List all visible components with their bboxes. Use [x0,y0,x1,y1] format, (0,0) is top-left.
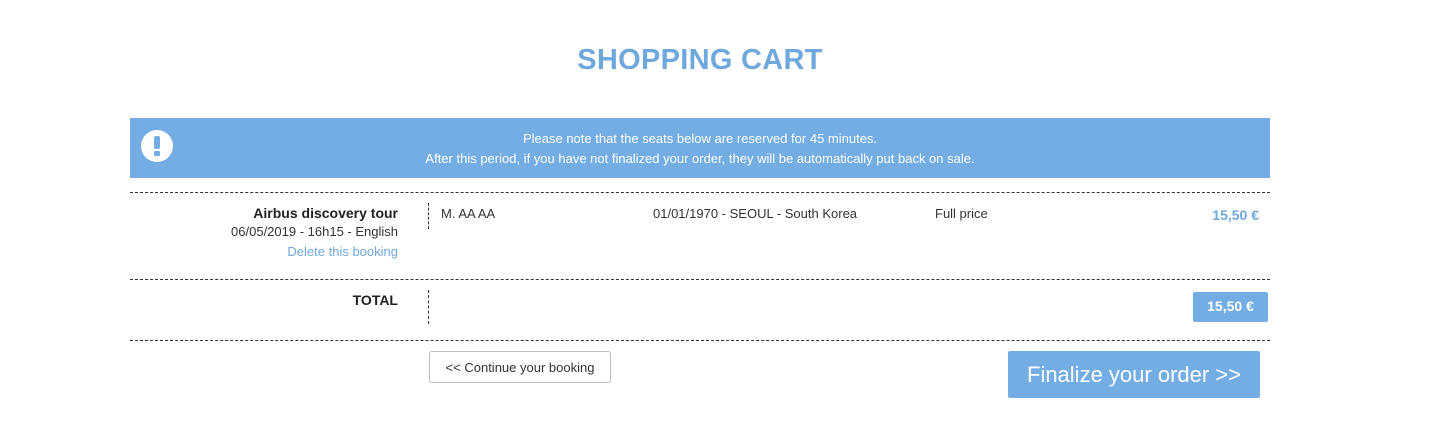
booking-column-divider [428,203,429,229]
divider-middle [130,279,1270,280]
shopping-cart-page: SHOPPING CART Please note that the seats… [0,0,1445,445]
notice-line-1: Please note that the seats below are res… [522,131,878,146]
notice-text: Please note that the seats below are res… [130,129,1270,169]
tour-date-language: 06/05/2019 - 16h15 - English [231,224,398,239]
total-amount-badge: 15,50 € [1193,292,1268,322]
divider-bottom [130,340,1270,341]
rate-type: Full price [935,206,988,221]
divider-top [130,192,1270,193]
passenger-details: 01/01/1970 - SEOUL - South Korea [653,206,858,221]
delete-booking-link[interactable]: Delete this booking [130,242,398,262]
continue-booking-button[interactable]: << Continue your booking [429,351,611,383]
notice-line-2: After this period, if you have not final… [425,151,975,166]
finalize-order-button[interactable]: Finalize your order >> [1008,351,1260,398]
page-title: SHOPPING CART [577,44,823,76]
total-column-divider [428,290,429,324]
tour-name: Airbus discovery tour [253,205,398,221]
booking-tour-info: Airbus discovery tour 06/05/2019 - 16h15… [130,204,398,262]
reservation-notice: Please note that the seats below are res… [130,118,1270,178]
booking-price: 15,50 € [1212,207,1259,223]
passenger-name: M. AA AA [441,206,496,221]
total-label: TOTAL [352,292,398,308]
